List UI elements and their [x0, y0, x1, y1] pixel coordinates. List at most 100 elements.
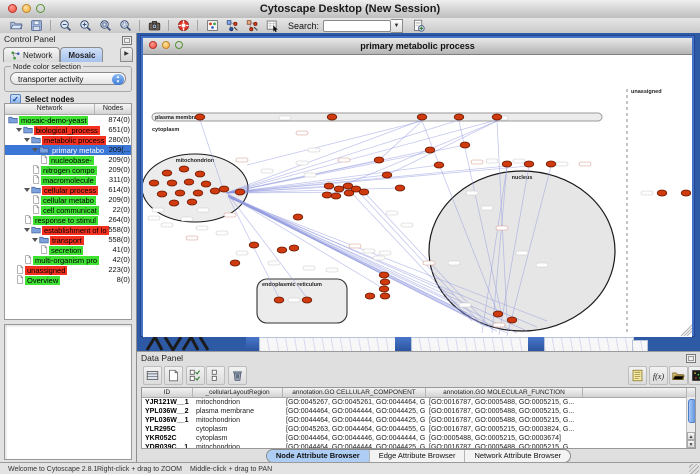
tab-network[interactable]: Network — [3, 47, 60, 62]
tree-row-biological-process[interactable]: biological_process651(0) — [5, 125, 131, 135]
network-node[interactable] — [365, 293, 375, 299]
network-node[interactable] — [201, 181, 211, 187]
tab-node-attribute-browser[interactable]: Node Attribute Browser — [267, 450, 369, 462]
attribute-editor-button[interactable] — [262, 18, 282, 33]
tree-row-metabolic-process[interactable]: metabolic process280(0) — [5, 135, 131, 145]
float-panel-icon[interactable] — [122, 36, 132, 45]
search-input[interactable] — [323, 20, 391, 32]
network-node[interactable] — [219, 186, 229, 192]
tree-row-establishment-of-lo[interactable]: establishment of lo558(0) — [5, 225, 131, 235]
network-node[interactable] — [507, 317, 517, 323]
tree-row-primary-metabo[interactable]: primary metabo209(... — [5, 145, 131, 155]
network-edge[interactable] — [342, 121, 497, 186]
expand-arrow-icon[interactable] — [24, 228, 30, 232]
network-node[interactable] — [502, 161, 512, 167]
network-node[interactable] — [322, 192, 332, 198]
expand-arrow-icon[interactable] — [16, 128, 22, 132]
color-attribute-select[interactable]: transporter activity ▲▼ — [10, 72, 126, 85]
network-node[interactable] — [425, 147, 435, 153]
attribute-matrix-button[interactable] — [688, 366, 700, 385]
network-node[interactable] — [395, 185, 405, 191]
canvas-resize-grip[interactable] — [681, 325, 692, 336]
background-window-edge[interactable] — [246, 336, 259, 351]
network-node[interactable] — [187, 199, 197, 205]
unselect-attributes-button[interactable] — [206, 366, 225, 385]
table-header-2[interactable]: annotation.GO CELLULAR_COMPONENT — [283, 388, 426, 397]
region-plasma-membrane[interactable] — [152, 113, 602, 121]
help-button[interactable] — [173, 18, 193, 33]
network-node[interactable] — [289, 245, 299, 251]
network-node[interactable] — [379, 286, 389, 292]
network-edge[interactable] — [247, 121, 422, 165]
function-builder-button[interactable]: f(x) — [649, 366, 668, 385]
delete-attribute-button[interactable] — [228, 366, 247, 385]
network-node[interactable] — [274, 297, 284, 303]
network-node[interactable] — [681, 190, 691, 196]
network-node[interactable] — [193, 190, 203, 196]
background-window-strip[interactable] — [411, 337, 530, 351]
network-node[interactable] — [230, 260, 240, 266]
scroll-down-arrow[interactable]: ▼ — [687, 440, 695, 448]
network-node[interactable] — [167, 180, 177, 186]
network-node[interactable] — [277, 247, 287, 253]
network-node[interactable] — [195, 114, 205, 120]
table-scrollbar[interactable]: ▲ ▼ — [686, 397, 695, 448]
search-dropdown-arrow[interactable]: ▼ — [391, 19, 403, 33]
resize-grip[interactable] — [689, 464, 699, 474]
tree-row-multi-organism-pro[interactable]: multi-organism pro42(0) — [5, 255, 131, 265]
scroll-up-arrow[interactable]: ▲ — [687, 432, 695, 440]
snapshot-button[interactable] — [144, 18, 164, 33]
network-node[interactable] — [302, 297, 312, 303]
attribute-batch-button[interactable] — [628, 366, 647, 385]
network-node[interactable] — [379, 272, 389, 278]
tree-row-unassigned[interactable]: unassigned223(0) — [5, 265, 131, 275]
expand-arrow-icon[interactable] — [24, 138, 30, 142]
network-node[interactable] — [546, 161, 556, 167]
background-window-strip[interactable] — [259, 337, 397, 351]
network-node[interactable] — [195, 171, 205, 177]
save-session-button[interactable] — [26, 18, 46, 33]
network-node[interactable] — [492, 114, 502, 120]
tree-col-nodes[interactable]: Nodes — [94, 104, 131, 114]
column-layout-button[interactable] — [143, 366, 162, 385]
zoom-selected-button[interactable] — [115, 18, 135, 33]
network-node[interactable] — [327, 114, 337, 120]
tree-row-mosaic-demo-yeast[interactable]: mosaic-demo-yeast874(0) — [5, 115, 131, 125]
network-node[interactable] — [235, 189, 245, 195]
network-node[interactable] — [149, 180, 159, 186]
network-node[interactable] — [210, 188, 220, 194]
table-row[interactable]: YPL036W__2plasma membrane[GO:0044464, GO… — [142, 407, 695, 416]
table-row[interactable]: YLR295Ccytoplasm[GO:0045263, GO:0044464,… — [142, 425, 695, 434]
network-node[interactable] — [169, 200, 179, 206]
expand-arrow-icon[interactable] — [32, 238, 38, 242]
table-header-3[interactable]: annotation.GO MOLECULAR_FUNCTION — [426, 388, 583, 397]
vizmapper-button[interactable] — [202, 18, 222, 33]
network-node[interactable] — [524, 161, 534, 167]
network-node[interactable] — [157, 191, 167, 197]
network-node[interactable] — [460, 142, 470, 148]
tree-row-nitrogen-compo[interactable]: nitrogen compo209(0) — [5, 165, 131, 175]
import-attributes-button[interactable] — [669, 366, 688, 385]
background-window-edge[interactable] — [395, 336, 411, 351]
tree-row-secretion[interactable]: secretion41(0) — [5, 245, 131, 255]
network-edge[interactable] — [226, 120, 497, 193]
network-node[interactable] — [374, 157, 384, 163]
background-window-edge[interactable] — [528, 336, 544, 351]
select-attributes-button[interactable] — [186, 366, 205, 385]
zoom-in-button[interactable] — [75, 18, 95, 33]
network-node[interactable] — [434, 162, 444, 168]
network-node[interactable] — [293, 214, 303, 220]
edit-nodes-button[interactable] — [222, 18, 242, 33]
background-window-strip[interactable] — [632, 340, 648, 351]
network-node[interactable] — [334, 186, 344, 192]
scrollbar-thumb[interactable] — [688, 399, 696, 423]
expand-arrow-icon[interactable] — [24, 188, 30, 192]
tree-row-overview[interactable]: Overview8(0) — [5, 275, 131, 285]
table-row[interactable]: YKR052Ccytoplasm[GO:0044464, GO:0044446,… — [142, 434, 695, 443]
network-node[interactable] — [324, 183, 334, 189]
tree-row-nucleobase-[interactable]: nucleobase-209(0) — [5, 155, 131, 165]
zoom-out-button[interactable] — [55, 18, 75, 33]
zoom-fit-button[interactable] — [95, 18, 115, 33]
annotation-button[interactable] — [408, 18, 428, 33]
network-edge[interactable] — [228, 194, 384, 275]
